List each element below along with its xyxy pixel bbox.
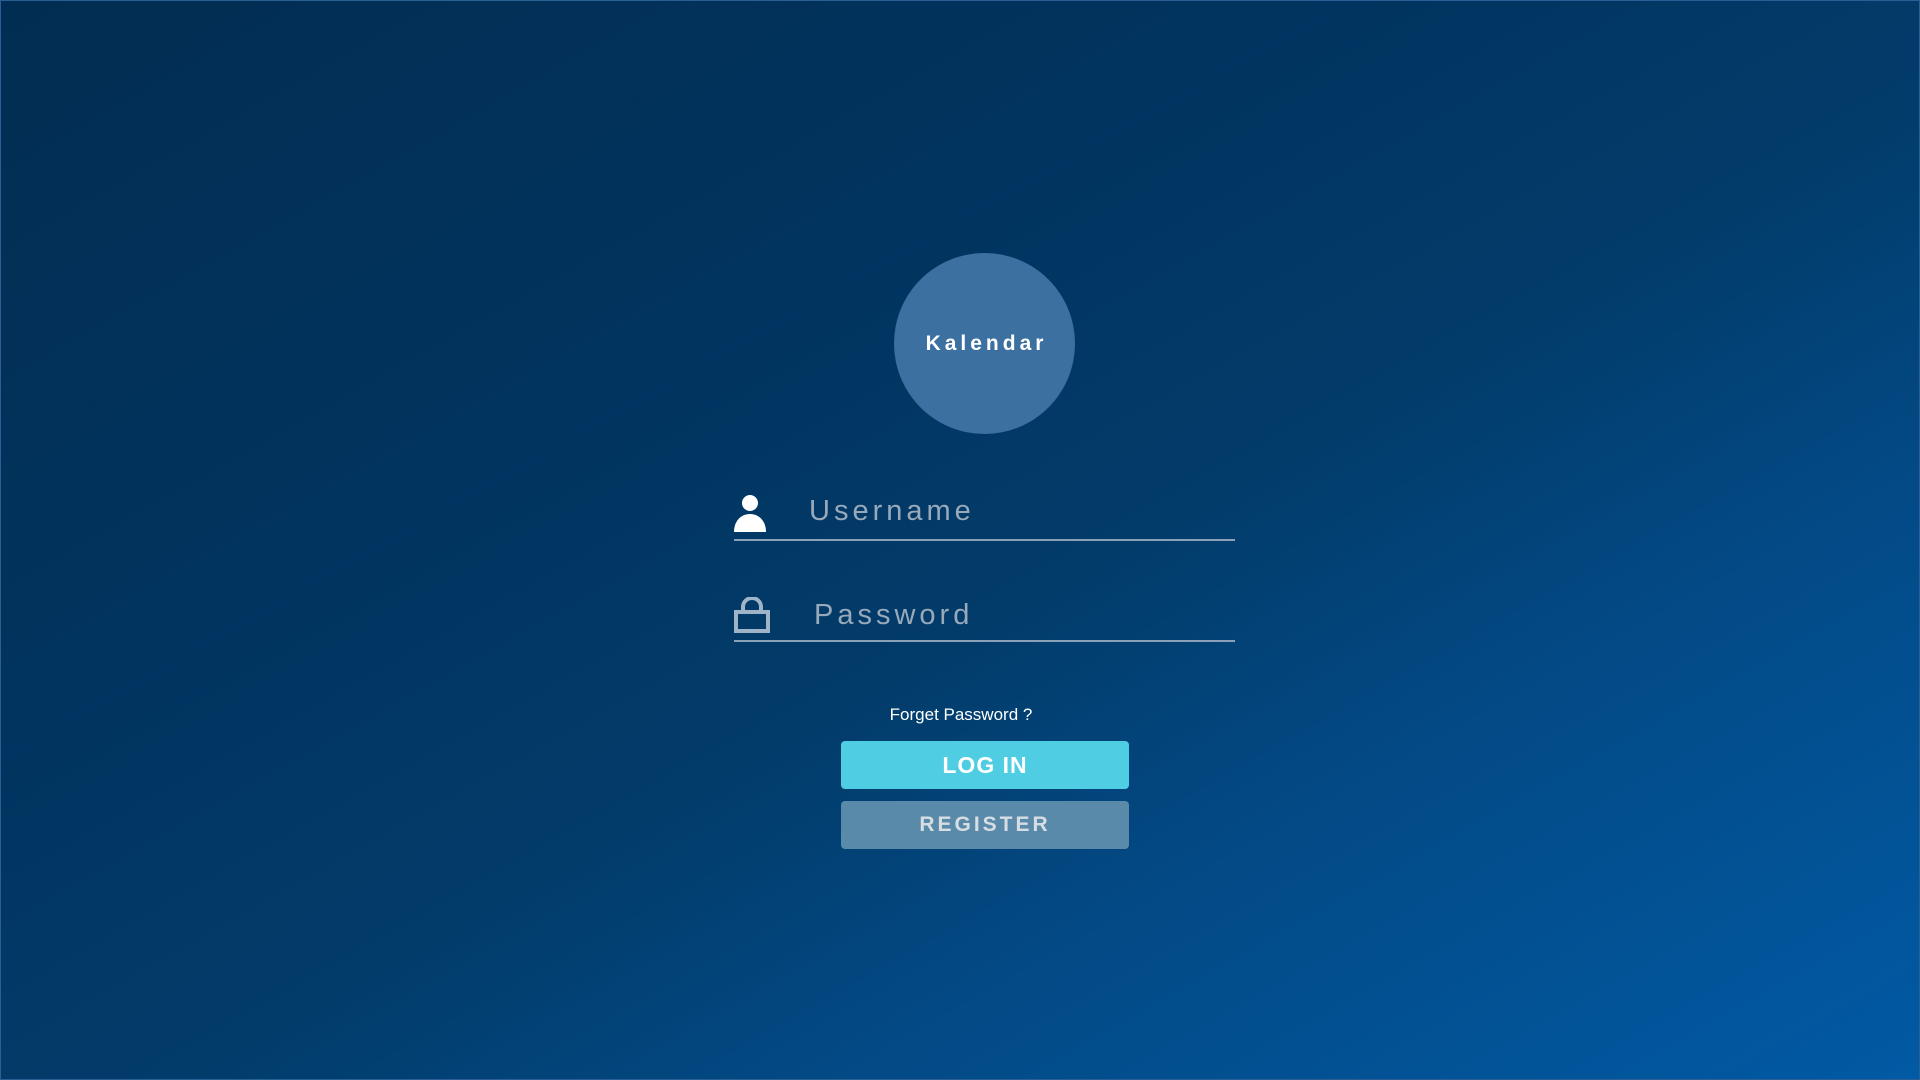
login-screen: Kalendar Forget Password ? LOG IN REGIST…	[0, 0, 1920, 1080]
password-input[interactable]	[814, 593, 1214, 637]
user-icon	[734, 494, 766, 538]
login-button[interactable]: LOG IN	[841, 741, 1129, 789]
logo-circle: Kalendar	[894, 253, 1075, 434]
lock-icon	[734, 596, 770, 638]
username-input[interactable]	[809, 489, 1209, 533]
logo-text: Kalendar	[925, 331, 1048, 355]
register-button[interactable]: REGISTER	[841, 801, 1129, 849]
forgot-password-link[interactable]: Forget Password ?	[1, 705, 1919, 725]
username-field	[734, 481, 1235, 541]
password-field	[734, 587, 1235, 642]
